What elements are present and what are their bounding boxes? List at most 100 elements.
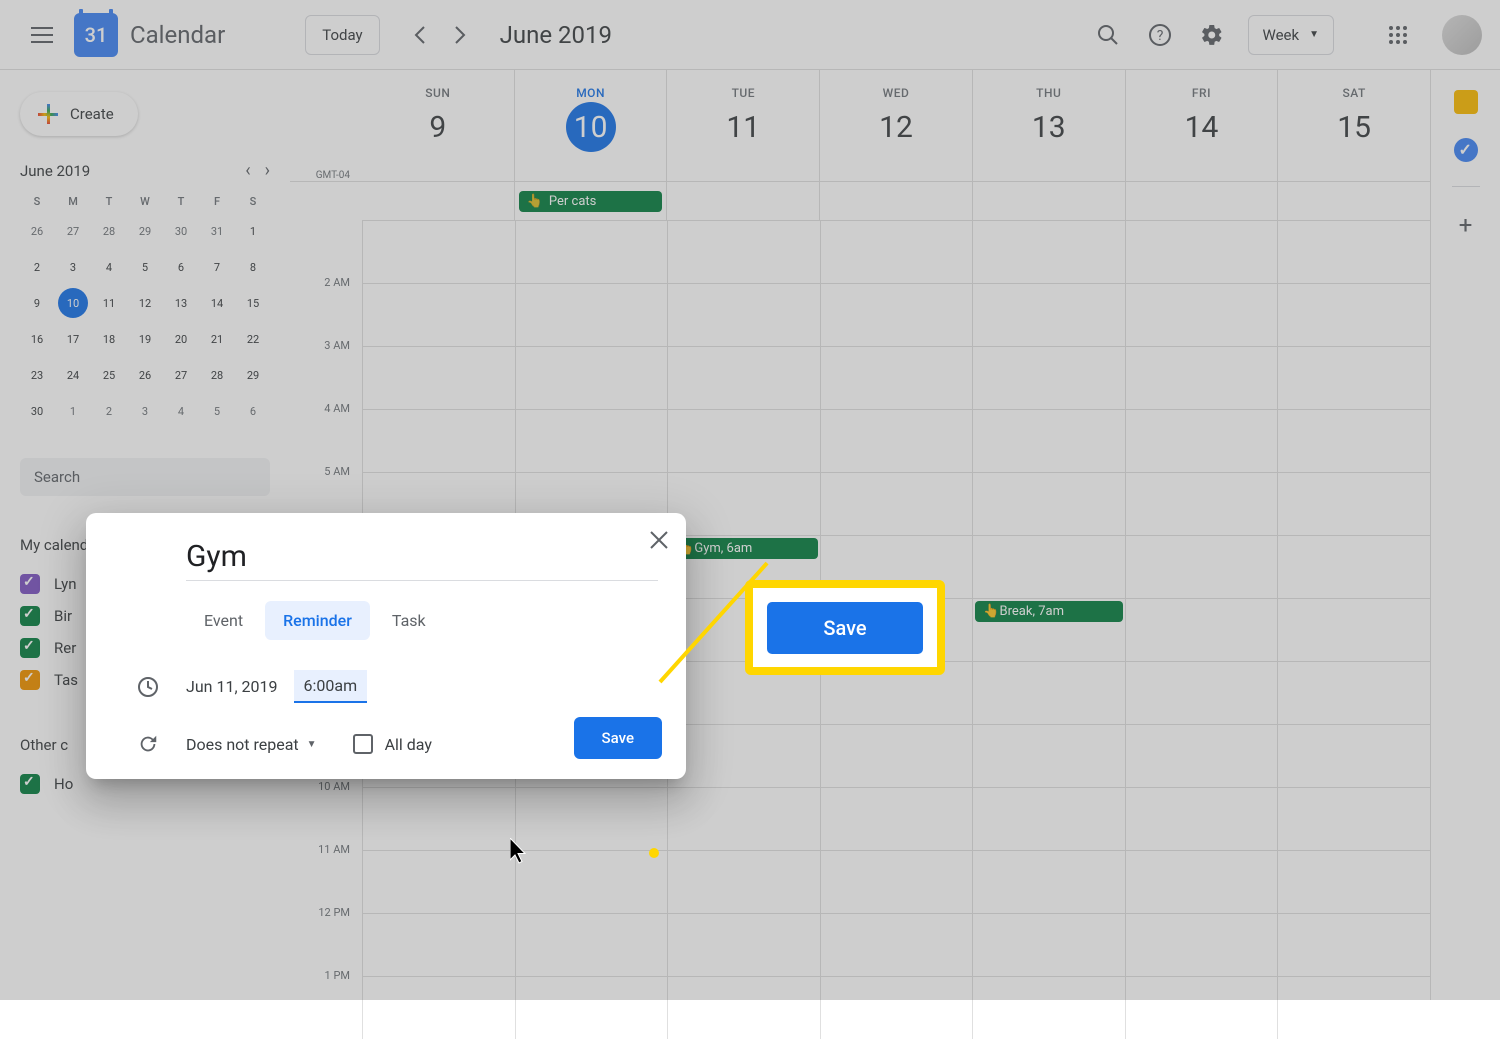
time-cell[interactable]	[667, 976, 820, 1039]
time-cell[interactable]	[515, 913, 668, 976]
time-cell[interactable]	[1125, 472, 1278, 535]
apps-button[interactable]	[1374, 11, 1422, 59]
mini-day[interactable]: 2	[22, 252, 52, 282]
mini-day[interactable]: 22	[238, 324, 268, 354]
time-cell[interactable]	[1277, 724, 1430, 787]
time-cell[interactable]	[1125, 850, 1278, 913]
menu-button[interactable]	[18, 11, 66, 59]
time-cell[interactable]	[667, 724, 820, 787]
allday-cell[interactable]: 👆Per cats	[514, 182, 667, 220]
time-cell[interactable]	[972, 472, 1125, 535]
allday-checkbox[interactable]	[353, 734, 373, 754]
time-cell[interactable]	[362, 220, 515, 283]
time-cell[interactable]	[820, 220, 973, 283]
next-week-button[interactable]	[440, 15, 480, 55]
time-cell[interactable]	[1277, 913, 1430, 976]
time-cell[interactable]	[515, 346, 668, 409]
mini-day[interactable]: 7	[202, 252, 232, 282]
mini-day[interactable]: 26	[130, 360, 160, 390]
calendar-checkbox[interactable]	[20, 638, 40, 658]
time-cell[interactable]	[972, 724, 1125, 787]
mini-day[interactable]: 8	[238, 252, 268, 282]
time-cell[interactable]	[667, 220, 820, 283]
allday-cell[interactable]	[666, 182, 819, 220]
mini-day[interactable]: 6	[238, 396, 268, 426]
time-cell[interactable]	[820, 787, 973, 850]
mini-day[interactable]: 27	[58, 216, 88, 246]
time-cell[interactable]	[1125, 724, 1278, 787]
time-cell[interactable]	[972, 346, 1125, 409]
day-number[interactable]: 11	[718, 102, 768, 152]
time-field[interactable]: 6:00am	[294, 670, 368, 703]
mini-day[interactable]: 26	[22, 216, 52, 246]
calendar-checkbox[interactable]	[20, 774, 40, 794]
mini-day[interactable]: 9	[22, 288, 52, 318]
mini-calendar-prev[interactable]: ‹	[245, 160, 250, 181]
time-cell[interactable]	[820, 976, 973, 1039]
mini-day[interactable]: 28	[202, 360, 232, 390]
time-cell[interactable]	[1277, 598, 1430, 661]
mini-day[interactable]: 17	[58, 324, 88, 354]
time-cell[interactable]	[820, 913, 973, 976]
mini-day[interactable]: 5	[130, 252, 160, 282]
mini-day[interactable]: 21	[202, 324, 232, 354]
view-selector[interactable]: Week ▼	[1248, 15, 1335, 55]
day-header[interactable]: TUE11	[666, 70, 819, 181]
allday-event-chip[interactable]: 👆Per cats	[519, 191, 663, 212]
mini-day[interactable]: 12	[130, 288, 160, 318]
time-cell[interactable]	[972, 976, 1125, 1039]
time-cell[interactable]	[972, 535, 1125, 598]
mini-day[interactable]: 28	[94, 216, 124, 246]
calendar-checkbox[interactable]	[20, 574, 40, 594]
time-cell[interactable]	[515, 283, 668, 346]
time-cell[interactable]	[1125, 220, 1278, 283]
time-cell[interactable]	[820, 724, 973, 787]
day-header[interactable]: THU13	[972, 70, 1125, 181]
mini-day[interactable]: 4	[166, 396, 196, 426]
mini-day[interactable]: 3	[58, 252, 88, 282]
day-header[interactable]: MON10	[514, 70, 667, 181]
time-cell[interactable]	[515, 976, 668, 1039]
calendar-checkbox[interactable]	[20, 670, 40, 690]
mini-day[interactable]: 31	[202, 216, 232, 246]
mini-day[interactable]: 2	[94, 396, 124, 426]
time-cell[interactable]	[362, 346, 515, 409]
time-cell[interactable]	[972, 283, 1125, 346]
mini-day[interactable]: 27	[166, 360, 196, 390]
mini-day[interactable]: 16	[22, 324, 52, 354]
mini-day[interactable]: 10	[58, 288, 88, 318]
time-cell[interactable]	[1125, 535, 1278, 598]
mini-day[interactable]: 30	[166, 216, 196, 246]
time-cell[interactable]	[820, 850, 973, 913]
date-field[interactable]: Jun 11, 2019	[186, 677, 278, 696]
time-cell[interactable]	[667, 472, 820, 535]
settings-button[interactable]	[1188, 11, 1236, 59]
reminder-title-input[interactable]	[186, 533, 658, 581]
time-cell[interactable]	[1125, 976, 1278, 1039]
mini-day[interactable]: 1	[58, 396, 88, 426]
mini-day[interactable]: 14	[202, 288, 232, 318]
time-cell[interactable]	[1277, 976, 1430, 1039]
mini-day[interactable]: 29	[238, 360, 268, 390]
today-button[interactable]: Today	[305, 15, 379, 55]
mini-day[interactable]: 1	[238, 216, 268, 246]
time-cell[interactable]	[362, 913, 515, 976]
allday-cell[interactable]	[972, 182, 1125, 220]
event-chip[interactable]: 👆Gym, 6am	[670, 538, 818, 559]
mini-day[interactable]: 23	[22, 360, 52, 390]
allday-cell[interactable]	[1125, 182, 1278, 220]
time-cell[interactable]	[515, 850, 668, 913]
mini-calendar-next[interactable]: ›	[265, 160, 270, 181]
time-cell[interactable]	[667, 346, 820, 409]
time-cell[interactable]	[972, 913, 1125, 976]
time-cell[interactable]	[972, 661, 1125, 724]
tab-reminder[interactable]: Reminder	[265, 601, 370, 640]
keep-icon[interactable]	[1454, 90, 1478, 114]
allday-cell[interactable]	[819, 182, 972, 220]
time-cell[interactable]	[1277, 283, 1430, 346]
tab-task[interactable]: Task	[374, 601, 444, 640]
time-cell[interactable]	[362, 283, 515, 346]
search-people-input[interactable]: Search	[20, 458, 270, 496]
mini-day[interactable]: 19	[130, 324, 160, 354]
time-cell[interactable]	[362, 976, 515, 1039]
